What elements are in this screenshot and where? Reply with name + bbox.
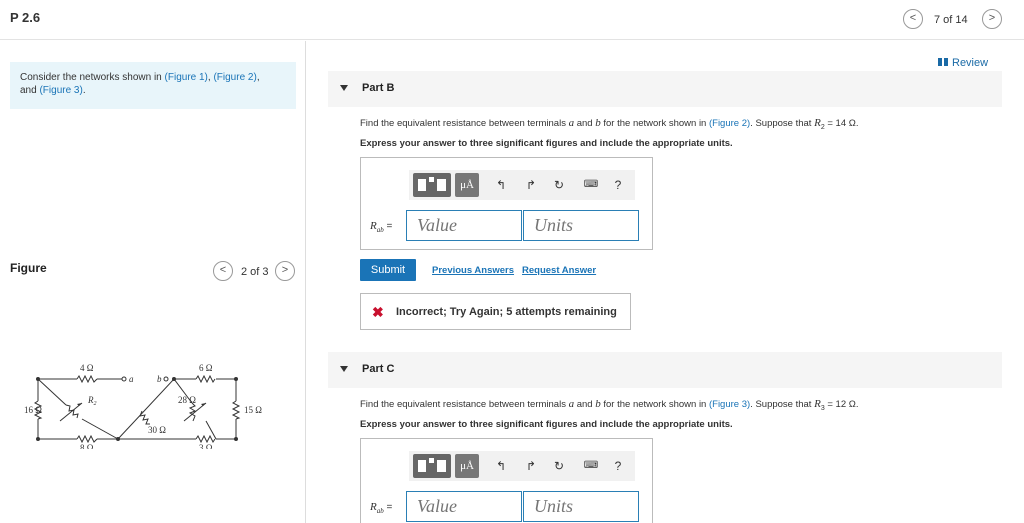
part-c-header[interactable]: Part C <box>328 352 1002 388</box>
part-b-answer-box: μÅ ↰ ↱ ↻ ⌨ ? Rab = <box>360 157 653 250</box>
label-r2: R2 <box>87 395 97 407</box>
help-button[interactable]: ? <box>609 173 627 197</box>
part-c-answer-box: μÅ ↰ ↱ ↻ ⌨ ? Rab = <box>360 438 653 523</box>
part-c-instruction: Express your answer to three significant… <box>360 419 733 430</box>
rab-label: Rab = <box>370 220 393 234</box>
units-input[interactable] <box>523 210 639 241</box>
part-c-question: Find the equivalent resistance between t… <box>360 398 859 412</box>
rab-label: Rab = <box>370 501 393 515</box>
label-3-ohm: 3 Ω <box>199 443 213 449</box>
part-b-question: Find the equivalent resistance between t… <box>360 117 859 131</box>
feedback-box: ✖ Incorrect; Try Again; 5 attempts remai… <box>360 293 631 330</box>
intro-box: Consider the networks shown in (Figure 1… <box>10 62 296 109</box>
figure-counter: 2 of 3 <box>241 266 269 278</box>
part-b-title: Part B <box>362 82 395 94</box>
label-8-ohm: 8 Ω <box>80 443 94 449</box>
figure-1-link[interactable]: (Figure 1) <box>165 72 208 83</box>
previous-answers-link[interactable]: Previous Answers <box>432 265 514 276</box>
top-header: P 2.6 < 7 of 14 > <box>0 0 1024 40</box>
left-panel: Consider the networks shown in (Figure 1… <box>0 41 306 523</box>
book-icon <box>938 58 948 66</box>
part-c-title: Part C <box>362 363 395 375</box>
label-4-ohm: 4 Ω <box>80 363 94 373</box>
figure-3-link[interactable]: (Figure 3) <box>39 85 82 96</box>
label-16-ohm: 16 Ω <box>24 405 42 415</box>
redo-icon[interactable]: ↱ <box>521 173 541 197</box>
next-item-button[interactable]: > <box>982 9 1002 29</box>
part-b-figure-link[interactable]: (Figure 2) <box>709 118 750 129</box>
math-toolbar: μÅ ↰ ↱ ↻ ⌨ ? <box>409 170 635 200</box>
intro-sep: , <box>256 72 260 83</box>
reset-icon[interactable]: ↻ <box>549 454 569 478</box>
review-label: Review <box>952 57 989 69</box>
intro-text: Consider the networks shown in <box>20 72 165 83</box>
label-15-ohm: 15 Ω <box>244 405 262 415</box>
prev-item-button[interactable]: < <box>903 9 923 29</box>
circuit-diagram: 4 Ω 6 Ω 16 Ω R2 30 Ω 28 Ω 15 Ω 8 Ω 3 Ω a… <box>24 363 262 449</box>
units-mu-button[interactable]: μÅ <box>455 173 479 197</box>
collapse-arrow-icon[interactable] <box>340 366 348 372</box>
value-input[interactable] <box>406 210 522 241</box>
label-30-ohm: 30 Ω <box>148 425 166 435</box>
terminal-b-label: b <box>157 374 162 384</box>
figure-heading: Figure <box>10 261 47 275</box>
keyboard-icon[interactable]: ⌨ <box>579 173 603 197</box>
figure-2-link[interactable]: (Figure 2) <box>213 72 256 83</box>
next-figure-button[interactable]: > <box>275 261 295 281</box>
submit-button[interactable]: Submit <box>360 259 416 281</box>
feedback-text: Incorrect; Try Again; 5 attempts remaini… <box>396 306 617 318</box>
terminal-a-label: a <box>129 374 134 384</box>
intro-text: and <box>20 85 40 96</box>
part-b-instruction: Express your answer to three significant… <box>360 138 733 149</box>
units-input[interactable] <box>523 491 639 522</box>
collapse-arrow-icon[interactable] <box>340 85 348 91</box>
reset-icon[interactable]: ↻ <box>549 173 569 197</box>
review-link[interactable]: Review <box>938 57 988 69</box>
units-mu-button[interactable]: μÅ <box>455 454 479 478</box>
request-answer-link[interactable]: Request Answer <box>522 265 596 276</box>
value-input[interactable] <box>406 491 522 522</box>
prev-figure-button[interactable]: < <box>213 261 233 281</box>
item-counter: 7 of 14 <box>934 14 968 26</box>
undo-icon[interactable]: ↰ <box>491 173 511 197</box>
intro-end: . <box>82 85 86 96</box>
undo-icon[interactable]: ↰ <box>491 454 511 478</box>
redo-icon[interactable]: ↱ <box>521 454 541 478</box>
part-c-figure-link[interactable]: (Figure 3) <box>709 399 750 410</box>
help-button[interactable]: ? <box>609 454 627 478</box>
template-grid-icon[interactable] <box>413 454 451 478</box>
label-28-ohm: 28 Ω <box>178 395 196 405</box>
incorrect-x-icon: ✖ <box>372 304 384 320</box>
math-toolbar: μÅ ↰ ↱ ↻ ⌨ ? <box>409 451 635 481</box>
label-6-ohm: 6 Ω <box>199 363 213 373</box>
keyboard-icon[interactable]: ⌨ <box>579 454 603 478</box>
part-b-header[interactable]: Part B <box>328 71 1002 107</box>
template-grid-icon[interactable] <box>413 173 451 197</box>
problem-id: P 2.6 <box>10 10 41 25</box>
